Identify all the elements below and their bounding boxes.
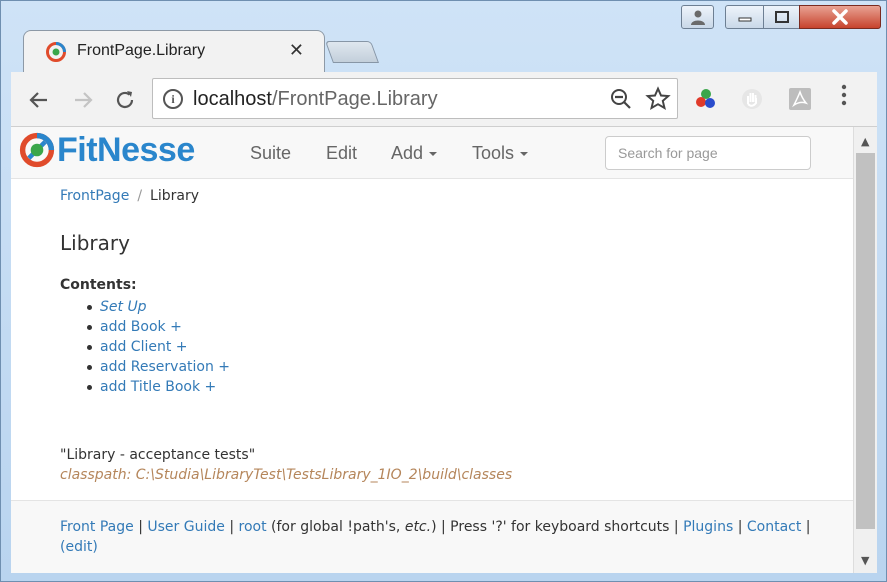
footer-plugins-link[interactable]: Plugins — [683, 519, 733, 535]
add-client-link[interactable]: add Client + — [100, 339, 188, 355]
contents-list: Set Up add Book + add Client + add Reser… — [86, 297, 230, 397]
url-host: localhost — [193, 88, 272, 110]
reload-button[interactable] — [111, 86, 139, 114]
bookmark-star-icon[interactable] — [645, 86, 671, 112]
list-item: add Client + — [86, 337, 230, 357]
profile-button[interactable] — [681, 5, 714, 29]
fitnesse-logo-icon[interactable] — [19, 132, 55, 168]
arrow-right-icon — [75, 92, 93, 108]
footer-separator: | — [138, 519, 143, 535]
breadcrumb: FrontPage / Library — [60, 188, 199, 204]
breadcrumb-separator: / — [137, 188, 143, 204]
setup-link[interactable]: Set Up — [100, 299, 147, 315]
pdf-extension-icon[interactable] — [788, 87, 812, 111]
footer-edit-link[interactable]: (edit) — [60, 539, 98, 555]
nav-edit[interactable]: Edit — [326, 143, 357, 164]
fitnesse-header: FitNesse Suite Edit Add Tools — [11, 127, 853, 179]
hand-extension-icon[interactable] — [740, 87, 764, 111]
list-item: Set Up — [86, 297, 230, 317]
footer-text: Front Page | User Guide | root (for glob… — [60, 517, 820, 557]
footer-contact-link[interactable]: Contact — [747, 519, 801, 535]
browser-toolbar: i localhost/FrontPage.Library — [11, 72, 877, 127]
scroll-down-icon[interactable]: ▼ — [861, 554, 869, 567]
search-input[interactable] — [605, 136, 811, 170]
nav-tools-dropdown[interactable]: Tools — [472, 143, 529, 164]
breadcrumb-current: Library — [150, 188, 199, 204]
new-tab-button[interactable] — [324, 41, 380, 63]
page-viewport: FitNesse Suite Edit Add Tools FrontPage /… — [11, 127, 853, 573]
user-icon — [690, 10, 705, 25]
footer-root-note-suffix: ) — [431, 519, 437, 535]
classpath-text: classpath: C:\Studia\LibraryTest\TestsLi… — [60, 467, 513, 483]
forward-button[interactable] — [69, 86, 97, 114]
nav-tools-label: Tools — [472, 143, 515, 163]
maximize-icon — [774, 11, 789, 23]
minimize-button[interactable] — [725, 5, 764, 29]
nav-add-label: Add — [391, 143, 424, 163]
tab-title: FrontPage.Library — [77, 42, 206, 59]
footer-separator: | — [737, 519, 743, 535]
scroll-up-icon[interactable]: ▲ — [861, 135, 869, 148]
footer-root-note-etc: etc. — [404, 519, 432, 535]
footer-root-note-prefix: (for global !path's, — [271, 519, 405, 535]
close-icon — [832, 9, 848, 25]
footer-press-note: Press '?' for keyboard shortcuts — [450, 519, 670, 535]
scroll-thumb[interactable] — [856, 153, 875, 529]
footer-separator: | — [441, 519, 446, 535]
footer-user-guide-link[interactable]: User Guide — [147, 519, 224, 535]
footer-separator: | — [805, 519, 811, 535]
caret-down-icon — [520, 152, 529, 157]
color-extension-icon[interactable] — [694, 87, 718, 111]
arrow-left-icon — [29, 92, 47, 108]
page-title: Library — [60, 231, 130, 255]
back-button[interactable] — [25, 86, 53, 114]
browser-window: FrontPage.Library ✕ i localhost/FrontPag… — [0, 0, 887, 582]
url-text: localhost/FrontPage.Library — [193, 88, 438, 111]
info-icon[interactable]: i — [163, 89, 183, 109]
footer-front-page-link[interactable]: Front Page — [60, 519, 134, 535]
footer-separator: | — [229, 519, 235, 535]
list-item: add Title Book + — [86, 377, 230, 397]
tab-frontpage-library[interactable]: FrontPage.Library ✕ — [23, 30, 325, 72]
minimize-icon — [738, 17, 751, 22]
window-close-button[interactable] — [799, 5, 881, 29]
add-reservation-link[interactable]: add Reservation + — [100, 359, 230, 375]
add-book-link[interactable]: add Book + — [100, 319, 182, 335]
tab-close-icon[interactable]: ✕ — [289, 40, 304, 61]
nav-add-dropdown[interactable]: Add — [391, 143, 438, 164]
footer-separator: | — [673, 519, 679, 535]
address-bar[interactable]: i localhost/FrontPage.Library — [152, 78, 678, 119]
add-title-book-link[interactable]: add Title Book + — [100, 379, 216, 395]
footer-root-link[interactable]: root — [239, 519, 267, 535]
fitnesse-favicon-icon — [46, 42, 66, 62]
zoom-out-icon[interactable] — [609, 87, 633, 111]
fitnesse-logo-text[interactable]: FitNesse — [57, 131, 195, 170]
maximize-button[interactable] — [763, 5, 800, 29]
url-path: /FrontPage.Library — [271, 88, 438, 110]
page-footer: Front Page | User Guide | root (for glob… — [11, 500, 853, 573]
list-item: add Book + — [86, 317, 230, 337]
nav-suite[interactable]: Suite — [250, 143, 291, 164]
menu-kebab-icon[interactable] — [841, 84, 847, 106]
contents-label: Contents: — [60, 277, 137, 293]
list-item: add Reservation + — [86, 357, 230, 377]
page-description: "Library - acceptance tests" — [60, 447, 256, 463]
reload-icon — [116, 91, 134, 109]
breadcrumb-frontpage-link[interactable]: FrontPage — [60, 188, 129, 204]
caret-down-icon — [429, 152, 438, 157]
vertical-scrollbar[interactable]: ▲ ▼ — [853, 127, 877, 573]
